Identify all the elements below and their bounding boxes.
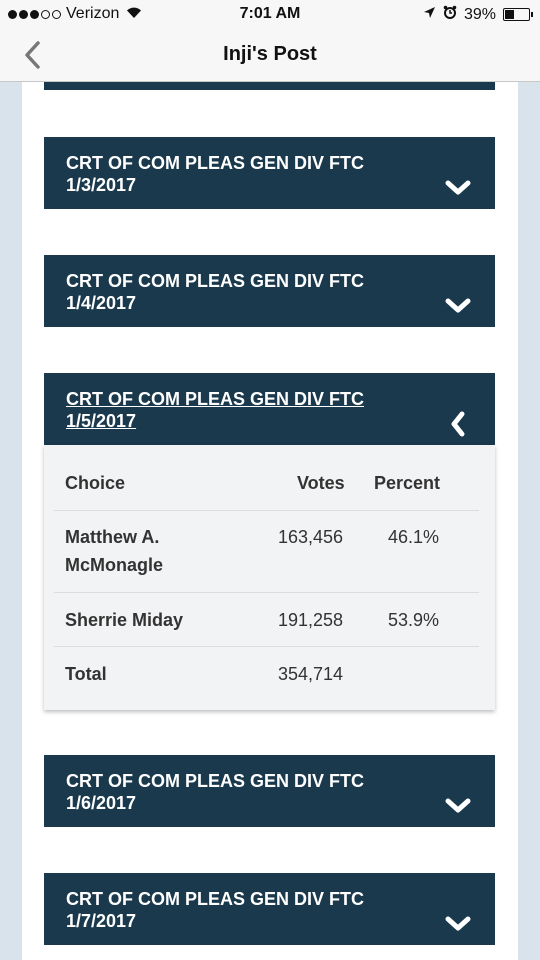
post-content: CRT OF COM PLEAS GEN DIV FTC 1/3/2017 CR… [22, 82, 518, 960]
column-header-percent: Percent [374, 473, 441, 493]
panel-header-1-3-2017[interactable]: CRT OF COM PLEAS GEN DIV FTC 1/3/2017 [44, 137, 495, 209]
panel-date: 1/3/2017 [66, 175, 137, 195]
results-table: Choice Votes Percent Matthew A. McMonagl… [44, 445, 495, 710]
total-label: Total [65, 664, 107, 684]
panel-court-name: CRT OF COM PLEAS GEN DIV FTC [66, 771, 365, 791]
panel-court-name: CRT OF COM PLEAS GEN DIV FTC [66, 271, 365, 291]
column-header-choice: Choice [65, 473, 126, 493]
panel-header-1-7-2017[interactable]: CRT OF COM PLEAS GEN DIV FTC 1/7/2017 [44, 873, 495, 945]
location-arrow-icon [423, 6, 436, 24]
panel-date: 1/4/2017 [66, 293, 137, 313]
page-title: Inji's Post [223, 43, 317, 65]
battery-level [505, 10, 514, 19]
choice-name: Matthew A. McMonagle [65, 523, 163, 579]
table-row: Sherrie Miday 191,258 53.9% [54, 593, 479, 647]
panel-court-name: CRT OF COM PLEAS GEN DIV FTC [66, 889, 365, 909]
status-bar: Verizon 7:01 AM 39% [0, 0, 540, 28]
panel-header-1-6-2017[interactable]: CRT OF COM PLEAS GEN DIV FTC 1/6/2017 [44, 755, 495, 827]
status-right: 39% [423, 5, 533, 24]
panel-title: CRT OF COM PLEAS GEN DIV FTC 1/6/2017 [66, 770, 426, 814]
chevron-down-icon[interactable] [443, 291, 473, 321]
table-total-row: Total 354,714 [54, 647, 479, 699]
choice-name-line1: Matthew A. [65, 527, 160, 547]
alarm-icon [443, 5, 457, 24]
column-header-votes: Votes [297, 473, 345, 493]
votes-value: 163,456 [278, 527, 344, 547]
percent-value: 53.9% [388, 610, 440, 630]
table-header-row: Choice Votes Percent [54, 445, 479, 511]
panel-title: CRT OF COM PLEAS GEN DIV FTC 1/3/2017 [66, 152, 426, 196]
panel-header-1-5-2017[interactable]: CRT OF COM PLEAS GEN DIV FTC 1/5/2017 [44, 373, 495, 445]
panel-court-name: CRT OF COM PLEAS GEN DIV FTC [66, 153, 365, 173]
panel-title: CRT OF COM PLEAS GEN DIV FTC 1/7/2017 [66, 888, 426, 932]
chevron-down-icon[interactable] [443, 909, 473, 939]
navigation-bar: Inji's Post [0, 28, 540, 82]
previous-panel-edge[interactable] [44, 82, 495, 90]
chevron-left-icon[interactable] [443, 409, 473, 439]
chevron-down-icon[interactable] [443, 791, 473, 821]
table-row: Matthew A. McMonagle 163,456 46.1% [54, 511, 479, 593]
percent-value: 46.1% [388, 527, 440, 547]
votes-value: 191,258 [278, 610, 344, 630]
choice-name-line2: McMonagle [65, 555, 164, 575]
panel-date: 1/7/2017 [66, 911, 137, 931]
choice-name: Sherrie Miday [65, 610, 184, 630]
panel-header-1-4-2017[interactable]: CRT OF COM PLEAS GEN DIV FTC 1/4/2017 [44, 255, 495, 327]
total-votes: 354,714 [278, 664, 344, 684]
battery-percent: 39% [463, 5, 496, 23]
panel-date: 1/6/2017 [66, 793, 137, 813]
panel-date: 1/5/2017 [66, 411, 137, 431]
panel-court-name: CRT OF COM PLEAS GEN DIV FTC [66, 389, 365, 409]
chevron-down-icon[interactable] [443, 173, 473, 203]
panel-title: CRT OF COM PLEAS GEN DIV FTC 1/4/2017 [66, 270, 426, 314]
panel-title: CRT OF COM PLEAS GEN DIV FTC 1/5/2017 [66, 388, 426, 432]
battery-icon [503, 8, 533, 21]
